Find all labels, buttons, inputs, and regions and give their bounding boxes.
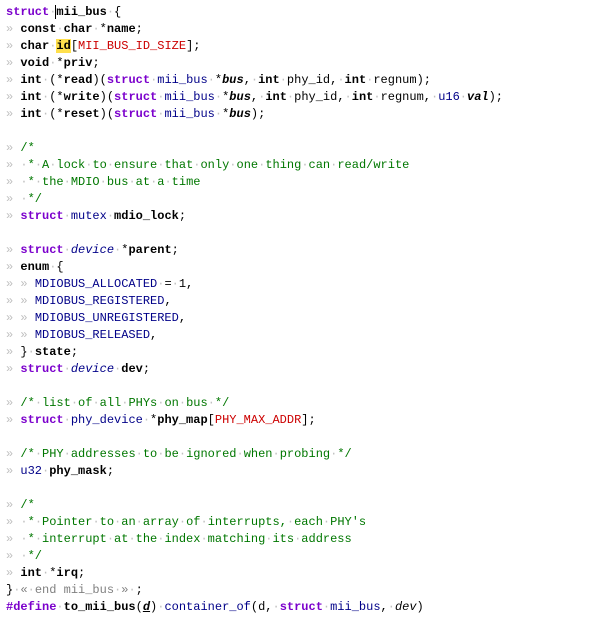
comment-line: » ·*·the·MDIO·bus·at·a·time [6, 174, 589, 191]
code-line: }·«·end mii_bus·»·; [6, 582, 589, 599]
comment-line: » /*·list·of·all·PHYs·on·bus·*/ [6, 395, 589, 412]
code-line: » int·(*reset)(struct·mii_bus·*bus); [6, 106, 589, 123]
field-name: name [107, 22, 136, 36]
comment-line: » /* [6, 140, 589, 157]
blank-line [6, 123, 589, 140]
code-line: » struct·device·dev; [6, 361, 589, 378]
code-line: » int·*irq; [6, 565, 589, 582]
comment-line: » ·*·A·lock·to·ensure·that·only·one·thin… [6, 157, 589, 174]
comment-line: » ·*/ [6, 548, 589, 565]
comment-line: » /*·PHY·addresses·to·be·ignored·when·pr… [6, 446, 589, 463]
blank-line [6, 429, 589, 446]
code-line: » struct·mutex·mdio_lock; [6, 208, 589, 225]
code-line: » u32·phy_mask; [6, 463, 589, 480]
code-line: » int·(*write)(struct·mii_bus·*bus,·int·… [6, 89, 589, 106]
keyword-struct: struct [6, 5, 49, 19]
code-line: » » MDIOBUS_RELEASED, [6, 327, 589, 344]
comment-line: » /* [6, 497, 589, 514]
code-line: » struct·phy_device·*phy_map[PHY_MAX_ADD… [6, 412, 589, 429]
code-line: » char·id[MII_BUS_ID_SIZE]; [6, 38, 589, 55]
fold-marker: end mii_bus [35, 583, 114, 597]
code-line: » struct·device·*parent; [6, 242, 589, 259]
keyword-enum: enum [20, 260, 49, 274]
comment-line: » ·*·Pointer·to·an·array·of·interrupts,·… [6, 514, 589, 531]
code-editor[interactable]: struct·mii_bus·{ » const·char·*name; » c… [6, 4, 589, 616]
code-line: » }·state; [6, 344, 589, 361]
constant: MII_BUS_ID_SIZE [78, 39, 186, 53]
pp-define: #define [6, 600, 56, 614]
code-line: » void·*priv; [6, 55, 589, 72]
code-line: » enum·{ [6, 259, 589, 276]
code-line: » » MDIOBUS_ALLOCATED·=·1, [6, 276, 589, 293]
comment-line: » ·*·interrupt·at·the·index·matching·its… [6, 531, 589, 548]
code-line: » » MDIOBUS_UNREGISTERED, [6, 310, 589, 327]
struct-name: mii_bus [56, 5, 106, 19]
comment-line: » ·*/ [6, 191, 589, 208]
code-line: » const·char·*name; [6, 21, 589, 38]
code-line: » int·(*read)(struct·mii_bus·*bus,·int·p… [6, 72, 589, 89]
blank-line [6, 378, 589, 395]
blank-line [6, 480, 589, 497]
blank-line [6, 225, 589, 242]
preprocessor-line: #define·to_mii_bus(d)·container_of(d,·st… [6, 599, 589, 616]
highlighted-id: id [56, 39, 70, 53]
keyword-const: const [20, 22, 56, 36]
code-line: » » MDIOBUS_REGISTERED, [6, 293, 589, 310]
code-line: struct·mii_bus·{ [6, 4, 589, 21]
